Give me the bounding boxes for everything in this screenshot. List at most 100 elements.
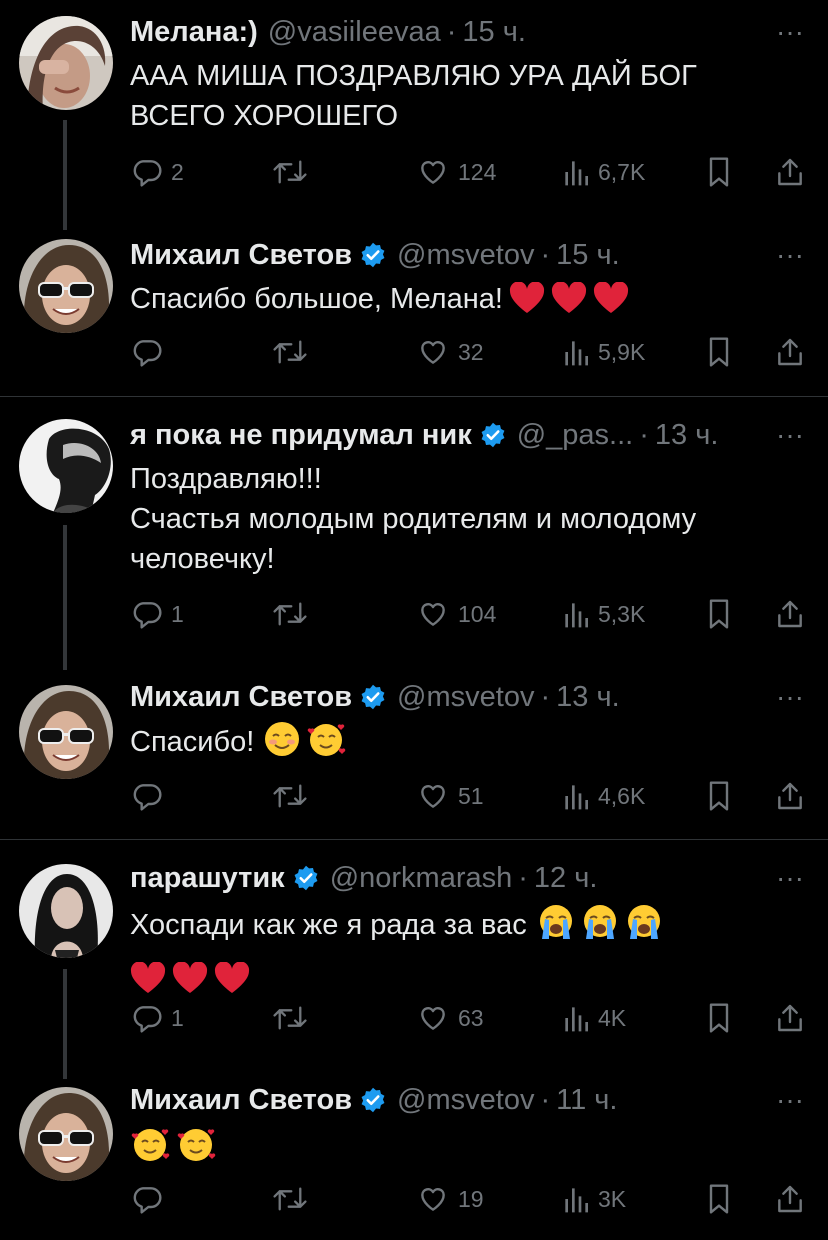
share-icon bbox=[778, 338, 802, 366]
timestamp[interactable]: 13 ч. bbox=[556, 679, 619, 715]
more-icon[interactable]: ··· bbox=[772, 241, 808, 275]
loudly-crying-emoji bbox=[625, 904, 663, 951]
bookmark-button[interactable] bbox=[705, 594, 733, 634]
views-count: 4,6K bbox=[598, 782, 646, 809]
bookmark-icon bbox=[709, 157, 729, 187]
like-button[interactable]: 63 bbox=[416, 998, 484, 1038]
views-button[interactable]: 5,3K bbox=[562, 594, 645, 634]
share-button[interactable] bbox=[774, 998, 806, 1038]
views-button[interactable]: 5,9K bbox=[562, 332, 645, 372]
views-count: 4K bbox=[598, 1004, 627, 1031]
retweet-icon bbox=[273, 1187, 307, 1211]
avatar[interactable] bbox=[19, 685, 113, 779]
bookmark-icon bbox=[709, 781, 729, 811]
reply-button[interactable]: 1 bbox=[131, 998, 184, 1038]
tweet[interactable]: Михаил Светов @msvetov · 13 ч. ··· Спаси… bbox=[0, 665, 828, 838]
user-handle[interactable]: @norkmarash bbox=[330, 860, 513, 896]
bookmark-icon bbox=[709, 1003, 729, 1033]
views-count: 5,9K bbox=[598, 338, 646, 365]
reply-icon bbox=[133, 1187, 162, 1214]
timestamp[interactable]: 12 ч. bbox=[534, 860, 597, 896]
views-button[interactable]: 3K bbox=[562, 1179, 626, 1219]
avatar[interactable] bbox=[19, 419, 113, 513]
display-name[interactable]: я пока не придумал ник bbox=[130, 417, 472, 453]
share-icon bbox=[778, 1004, 802, 1032]
views-button[interactable]: 6,7K bbox=[562, 152, 645, 192]
tweet-header: Михаил Светов @msvetov · 11 ч. bbox=[130, 1082, 758, 1118]
share-button[interactable] bbox=[774, 776, 806, 816]
retweet-button[interactable] bbox=[272, 776, 316, 816]
tweet-text-line: Хоспади как же я рада за вас bbox=[130, 909, 527, 941]
like-button[interactable]: 124 bbox=[416, 152, 496, 192]
reply-button[interactable]: 2 bbox=[131, 152, 184, 192]
display-name[interactable]: Мелана:) bbox=[130, 14, 258, 50]
avatar[interactable] bbox=[19, 864, 113, 958]
tweet-text-line: ААА МИША ПОЗДРАВЛЯЮ УРА ДАЙ БОГ bbox=[130, 60, 697, 92]
reply-icon bbox=[133, 1006, 162, 1033]
like-button[interactable]: 19 bbox=[416, 1179, 484, 1219]
bookmark-button[interactable] bbox=[705, 776, 733, 816]
tweet[interactable]: Мелана:) @vasiileevaa · 15 ч. ··· ААА МИ… bbox=[0, 0, 828, 230]
share-button[interactable] bbox=[774, 594, 806, 634]
bookmark-button[interactable] bbox=[705, 332, 733, 372]
views-button[interactable]: 4,6K bbox=[562, 776, 645, 816]
timestamp[interactable]: 15 ч. bbox=[556, 237, 619, 273]
user-handle[interactable]: @vasiileevaa bbox=[268, 14, 441, 50]
like-count: 63 bbox=[458, 1004, 484, 1031]
like-button[interactable]: 104 bbox=[416, 594, 496, 634]
user-handle[interactable]: @msvetov bbox=[397, 679, 534, 715]
retweet-button[interactable] bbox=[272, 594, 316, 634]
reply-button[interactable]: 1 bbox=[131, 594, 184, 634]
retweet-button[interactable] bbox=[272, 1179, 316, 1219]
action-bar: 1 63 4K bbox=[0, 998, 828, 1038]
bookmark-button[interactable] bbox=[705, 152, 733, 192]
retweet-button[interactable] bbox=[272, 152, 316, 192]
like-count: 124 bbox=[458, 158, 497, 185]
retweet-button[interactable] bbox=[272, 998, 316, 1038]
more-icon[interactable]: ··· bbox=[772, 18, 808, 52]
tweet[interactable]: я пока не придумал ник @_pas... · 13 ч. … bbox=[0, 397, 828, 670]
more-icon[interactable]: ··· bbox=[772, 421, 808, 455]
avatar[interactable] bbox=[19, 1087, 113, 1181]
bookmark-button[interactable] bbox=[705, 998, 733, 1038]
display-name[interactable]: Михаил Светов bbox=[130, 1082, 352, 1118]
like-icon bbox=[421, 1007, 445, 1030]
user-handle[interactable]: @msvetov bbox=[397, 1082, 534, 1118]
bookmark-button[interactable] bbox=[705, 1179, 733, 1219]
bookmark-icon bbox=[709, 337, 729, 367]
views-count: 3K bbox=[598, 1185, 627, 1212]
display-name[interactable]: Михаил Светов bbox=[130, 679, 352, 715]
like-button[interactable]: 51 bbox=[416, 776, 484, 816]
tweet[interactable]: Михаил Светов @msvetov · 15 ч. ··· Спаси… bbox=[0, 225, 828, 395]
like-icon bbox=[421, 161, 445, 184]
reply-button[interactable] bbox=[131, 332, 171, 372]
tweet[interactable]: Михаил Светов @msvetov · 11 ч. ··· 19 3K bbox=[0, 1068, 828, 1240]
tweet-header: Мелана:) @vasiileevaa · 15 ч. bbox=[130, 14, 758, 50]
timestamp[interactable]: 15 ч. bbox=[462, 14, 525, 50]
display-name[interactable]: Михаил Светов bbox=[130, 237, 352, 273]
user-handle[interactable]: @_pas... bbox=[517, 417, 634, 453]
display-name[interactable]: парашутик bbox=[130, 860, 285, 896]
share-button[interactable] bbox=[774, 152, 806, 192]
more-icon[interactable]: ··· bbox=[772, 1086, 808, 1120]
action-bar: 32 5,9K bbox=[0, 332, 828, 372]
user-handle[interactable]: @msvetov bbox=[397, 237, 534, 273]
share-button[interactable] bbox=[774, 1179, 806, 1219]
reply-button[interactable] bbox=[131, 1179, 171, 1219]
more-icon[interactable]: ··· bbox=[772, 864, 808, 898]
more-icon[interactable]: ··· bbox=[772, 683, 808, 717]
tweet[interactable]: парашутик @norkmarash · 12 ч. ··· Хоспад… bbox=[0, 840, 828, 1079]
reply-button[interactable] bbox=[131, 776, 171, 816]
share-button[interactable] bbox=[774, 332, 806, 372]
verified-badge-icon bbox=[294, 865, 318, 891]
timestamp[interactable]: 13 ч. bbox=[655, 417, 718, 453]
timestamp[interactable]: 11 ч. bbox=[556, 1082, 617, 1118]
avatar[interactable] bbox=[19, 239, 113, 333]
like-button[interactable]: 32 bbox=[416, 332, 484, 372]
views-button[interactable]: 4K bbox=[562, 998, 626, 1038]
separator-dot: · bbox=[446, 16, 457, 48]
views-icon bbox=[565, 1007, 588, 1032]
avatar[interactable] bbox=[19, 16, 113, 110]
share-icon bbox=[778, 600, 802, 628]
retweet-button[interactable] bbox=[272, 332, 316, 372]
